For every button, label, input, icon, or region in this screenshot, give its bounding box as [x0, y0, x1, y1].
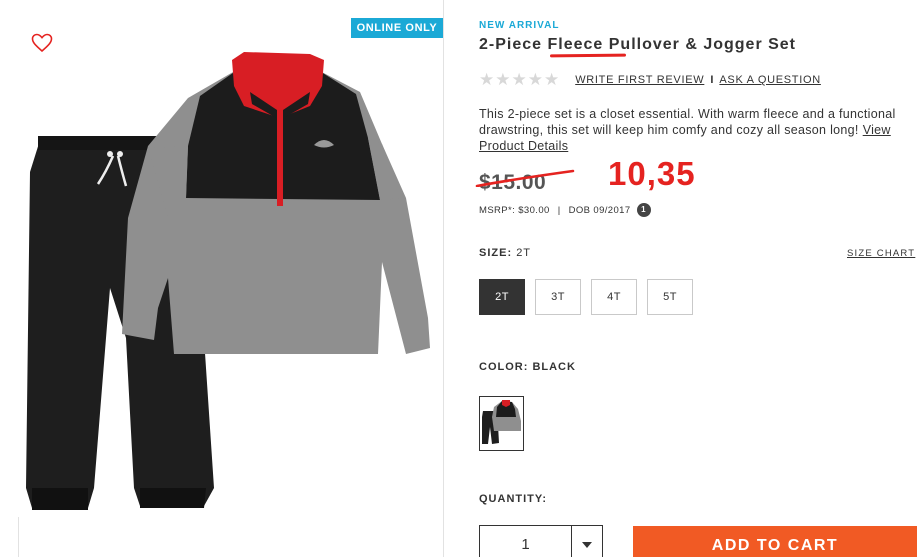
quantity-value: 1 — [521, 536, 530, 553]
write-review-link[interactable]: WRITE FIRST REVIEW — [575, 74, 704, 86]
msrp-row: MSRP*: $30.00 | DOB 09/2017 1 — [479, 203, 651, 217]
link-divider: I — [710, 74, 714, 86]
description-text: This 2-piece set is a closet essential. … — [479, 107, 896, 137]
color-swatch-black[interactable] — [479, 396, 524, 451]
product-image-panel: ONLINE ONLY — [0, 0, 444, 557]
annotation-underline — [549, 53, 627, 58]
product-info: NEW ARRIVAL 2-Piece Fleece Pullover & Jo… — [475, 0, 917, 557]
product-description: This 2-piece set is a closet essential. … — [479, 106, 904, 154]
msrp-separator: | — [557, 204, 561, 216]
size-selected: 2T — [516, 247, 532, 259]
swatch-thumbnail — [482, 400, 521, 444]
new-arrival-label: NEW ARRIVAL — [479, 20, 560, 31]
size-option-4t[interactable]: 4T — [591, 279, 637, 315]
online-only-badge: ONLINE ONLY — [351, 18, 443, 38]
size-chart-link[interactable]: SIZE CHART — [847, 248, 915, 259]
size-option-2t[interactable]: 2T — [479, 279, 525, 315]
color-selected: BLACK — [532, 361, 576, 373]
chevron-down-icon[interactable] — [571, 526, 602, 557]
annotated-price: 10,35 — [608, 155, 696, 192]
size-label-text: SIZE: — [479, 247, 513, 259]
add-to-cart-button[interactable]: ADD TO CART — [633, 526, 917, 557]
quantity-select[interactable]: 1 — [479, 525, 603, 557]
price: $15.00 — [479, 171, 547, 194]
product-image[interactable] — [18, 48, 438, 518]
dob: DOB 09/2017 — [568, 204, 631, 216]
size-label: SIZE: 2T — [479, 247, 531, 259]
info-icon[interactable]: 1 — [636, 203, 651, 217]
size-option-5t[interactable]: 5T — [647, 279, 693, 315]
rating-row: ★★★★★ WRITE FIRST REVIEW I ASK A QUESTIO… — [479, 70, 821, 90]
msrp: MSRP*: $30.00 — [479, 204, 550, 216]
divider — [18, 517, 19, 557]
quantity-label: QUANTITY: — [479, 493, 548, 505]
color-label: COLOR: BLACK — [479, 361, 576, 373]
size-option-3t[interactable]: 3T — [535, 279, 581, 315]
size-options: 2T 3T 4T 5T — [479, 279, 703, 315]
star-rating-icon: ★★★★★ — [479, 70, 561, 89]
color-label-text: COLOR: — [479, 361, 529, 373]
ask-question-link[interactable]: ASK A QUESTION — [719, 74, 821, 86]
product-title: 2-Piece Fleece Pullover & Jogger Set — [479, 36, 797, 53]
